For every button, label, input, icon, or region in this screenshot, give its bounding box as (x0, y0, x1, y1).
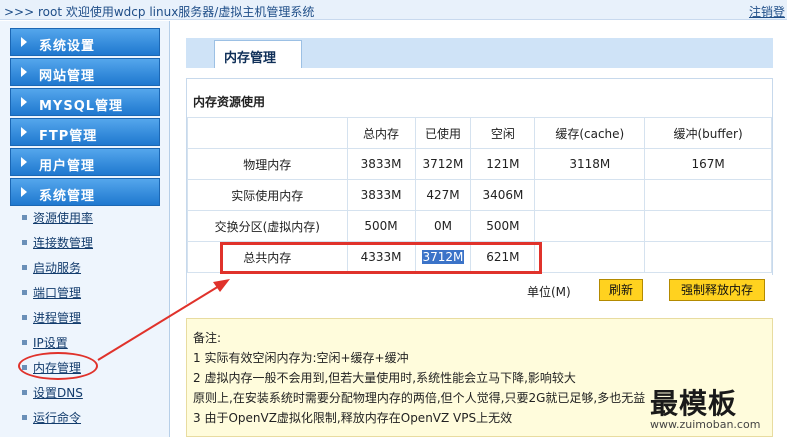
highlight-arrow-icon (97, 279, 230, 361)
watermark-url: www.zuimoban.com (650, 418, 761, 431)
watermark-logo: 最模板 (650, 387, 738, 420)
